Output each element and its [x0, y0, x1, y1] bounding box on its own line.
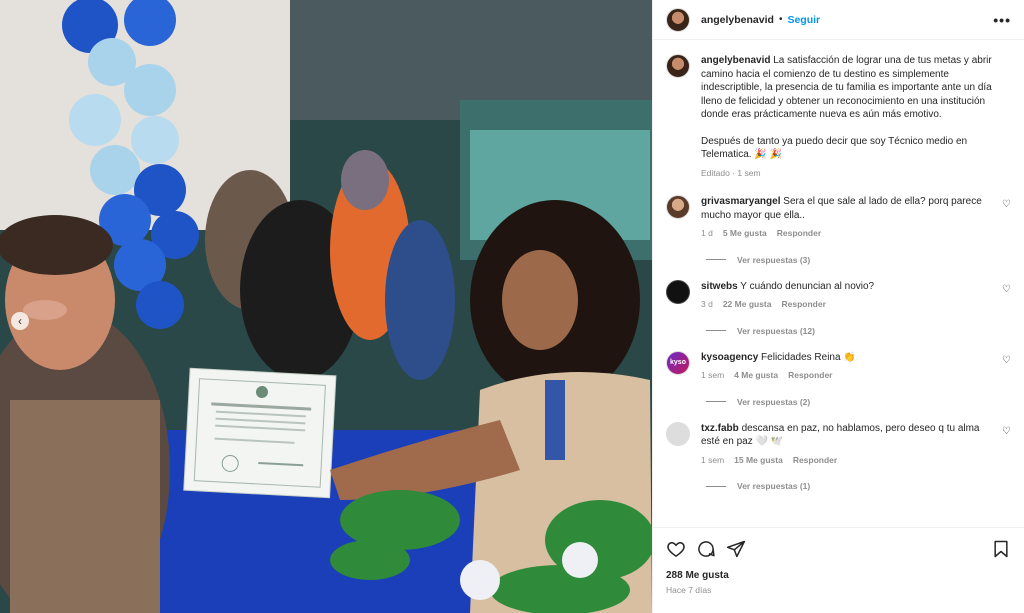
comment-body: txz.fabb descansa en paz, no hablamos, p…	[701, 422, 1001, 468]
post-photo[interactable]: ‹	[0, 0, 652, 613]
comment-meta: 3 d 22 Me gusta Responder	[701, 298, 1001, 312]
heart-icon[interactable]: ♡	[1002, 355, 1011, 366]
heart-icon[interactable]: ♡	[1002, 199, 1011, 210]
comment-body: sitwebs Y cuándo denuncian al novio? 3 d…	[701, 280, 1001, 312]
comment-time[interactable]: 1 sem	[701, 455, 724, 465]
view-replies-button[interactable]: Ver respuestas (12)	[706, 326, 1011, 336]
likes-count[interactable]: 288 Me gusta	[666, 570, 1011, 581]
comment-bubble-icon[interactable]	[696, 539, 716, 559]
comment-username[interactable]: kysoagency	[701, 352, 758, 363]
author-avatar[interactable]	[666, 7, 690, 32]
comment-time[interactable]: 3 d	[701, 299, 713, 309]
comment-meta: 1 sem 15 Me gusta Responder	[701, 454, 1001, 468]
caption-text-p2: Después de tanto ya puedo decir que soy …	[701, 135, 968, 161]
comment-likes[interactable]: 4 Me gusta	[734, 370, 778, 380]
comment-time[interactable]: 1 d	[701, 228, 713, 238]
heart-icon[interactable]: ♡	[1002, 426, 1011, 437]
comment-username[interactable]: sitwebs	[701, 281, 738, 292]
post-timestamp[interactable]: Hace 7 días	[666, 585, 1011, 595]
comments-section[interactable]: angelybenavid La satisfacción de lograr …	[653, 40, 1024, 527]
bookmark-save-icon[interactable]	[991, 539, 1011, 559]
caption-author-username[interactable]: angelybenavid	[701, 55, 770, 66]
author-username[interactable]: angelybenavid	[701, 14, 774, 26]
comment-meta: 1 sem 4 Me gusta Responder	[701, 369, 1001, 383]
reply-button[interactable]: Responder	[788, 370, 832, 380]
share-send-icon[interactable]	[726, 539, 746, 559]
more-options-icon[interactable]: •••	[993, 12, 1011, 28]
sitwebs-avatar[interactable]	[666, 279, 690, 304]
grivasmaryangel-avatar[interactable]	[666, 195, 690, 219]
post-details-panel: angelybenavid • Seguir ••• angelybenavid…	[652, 0, 1024, 613]
comment-body: grivasmaryangel Sera el que sale al lado…	[701, 195, 1001, 241]
comment-likes[interactable]: 5 Me gusta	[723, 228, 767, 238]
divider-line	[706, 259, 726, 260]
view-replies-label: Ver respuestas (3)	[737, 254, 811, 265]
comment-text: Felicidades Reina 👏	[761, 351, 856, 363]
comment-item: kyso kysoagency Felicidades Reina 👏 1 se…	[666, 350, 1011, 383]
comment-body: kysoagency Felicidades Reina 👏 1 sem 4 Me…	[701, 351, 1001, 383]
heart-icon[interactable]: ♡	[1002, 284, 1011, 295]
comment-time[interactable]: 1 sem	[701, 370, 724, 380]
comment-meta: 1 d 5 Me gusta Responder	[701, 227, 1001, 241]
comment-item: grivasmaryangel Sera el que sale al lado…	[666, 195, 1011, 241]
view-replies-button[interactable]: Ver respuestas (2)	[706, 397, 1011, 407]
comment-username[interactable]: txz.fabb	[701, 423, 739, 434]
divider-line	[706, 330, 726, 331]
follow-button[interactable]: Seguir	[787, 14, 820, 26]
comment-item: sitwebs Y cuándo denuncian al novio? 3 d…	[666, 279, 1011, 312]
txz-fabb-avatar[interactable]	[666, 421, 690, 446]
comment-likes[interactable]: 15 Me gusta	[734, 455, 783, 465]
reply-button[interactable]: Responder	[781, 299, 825, 309]
caption: angelybenavid La satisfacción de lograr …	[666, 54, 1011, 180]
post-actions: 288 Me gusta Hace 7 días	[653, 527, 1024, 613]
view-replies-label: Ver respuestas (12)	[737, 325, 815, 336]
action-icons	[666, 538, 1011, 560]
comment-text: descansa en paz, no hablamos, pero deseo…	[701, 422, 980, 448]
like-heart-icon[interactable]	[666, 539, 686, 559]
caption-author-avatar[interactable]	[666, 54, 690, 78]
previous-image-button[interactable]: ‹	[11, 312, 29, 330]
header-separator: •	[778, 14, 783, 25]
caption-meta: Editado · 1 sem	[701, 167, 761, 178]
comment-item: txz.fabb descansa en paz, no hablamos, p…	[666, 421, 1011, 468]
divider-line	[706, 401, 726, 402]
divider-line	[706, 485, 726, 487]
caption-body: angelybenavid La satisfacción de lograr …	[701, 54, 1001, 180]
reply-button[interactable]: Responder	[793, 455, 837, 465]
kysoagency-avatar[interactable]: kyso	[666, 350, 690, 375]
view-replies-label: Ver respuestas (2)	[737, 396, 811, 407]
view-replies-button[interactable]: Ver respuestas (3)	[706, 255, 1011, 265]
chevron-left-icon: ‹	[18, 314, 22, 328]
instagram-post-modal: ‹ angelybenavid • Seguir ••• angelybenav…	[0, 0, 1024, 613]
reply-button[interactable]: Responder	[777, 228, 821, 238]
view-replies-button[interactable]: Ver respuestas (1)	[706, 481, 1011, 491]
comment-text: Y cuándo denuncian al novio?	[740, 280, 875, 292]
comment-likes[interactable]: 22 Me gusta	[723, 299, 772, 309]
view-replies-label: Ver respuestas (1)	[737, 481, 811, 491]
post-header: angelybenavid • Seguir •••	[653, 0, 1024, 40]
comment-username[interactable]: grivasmaryangel	[701, 196, 781, 207]
graduation-photo-illustration	[0, 0, 652, 613]
